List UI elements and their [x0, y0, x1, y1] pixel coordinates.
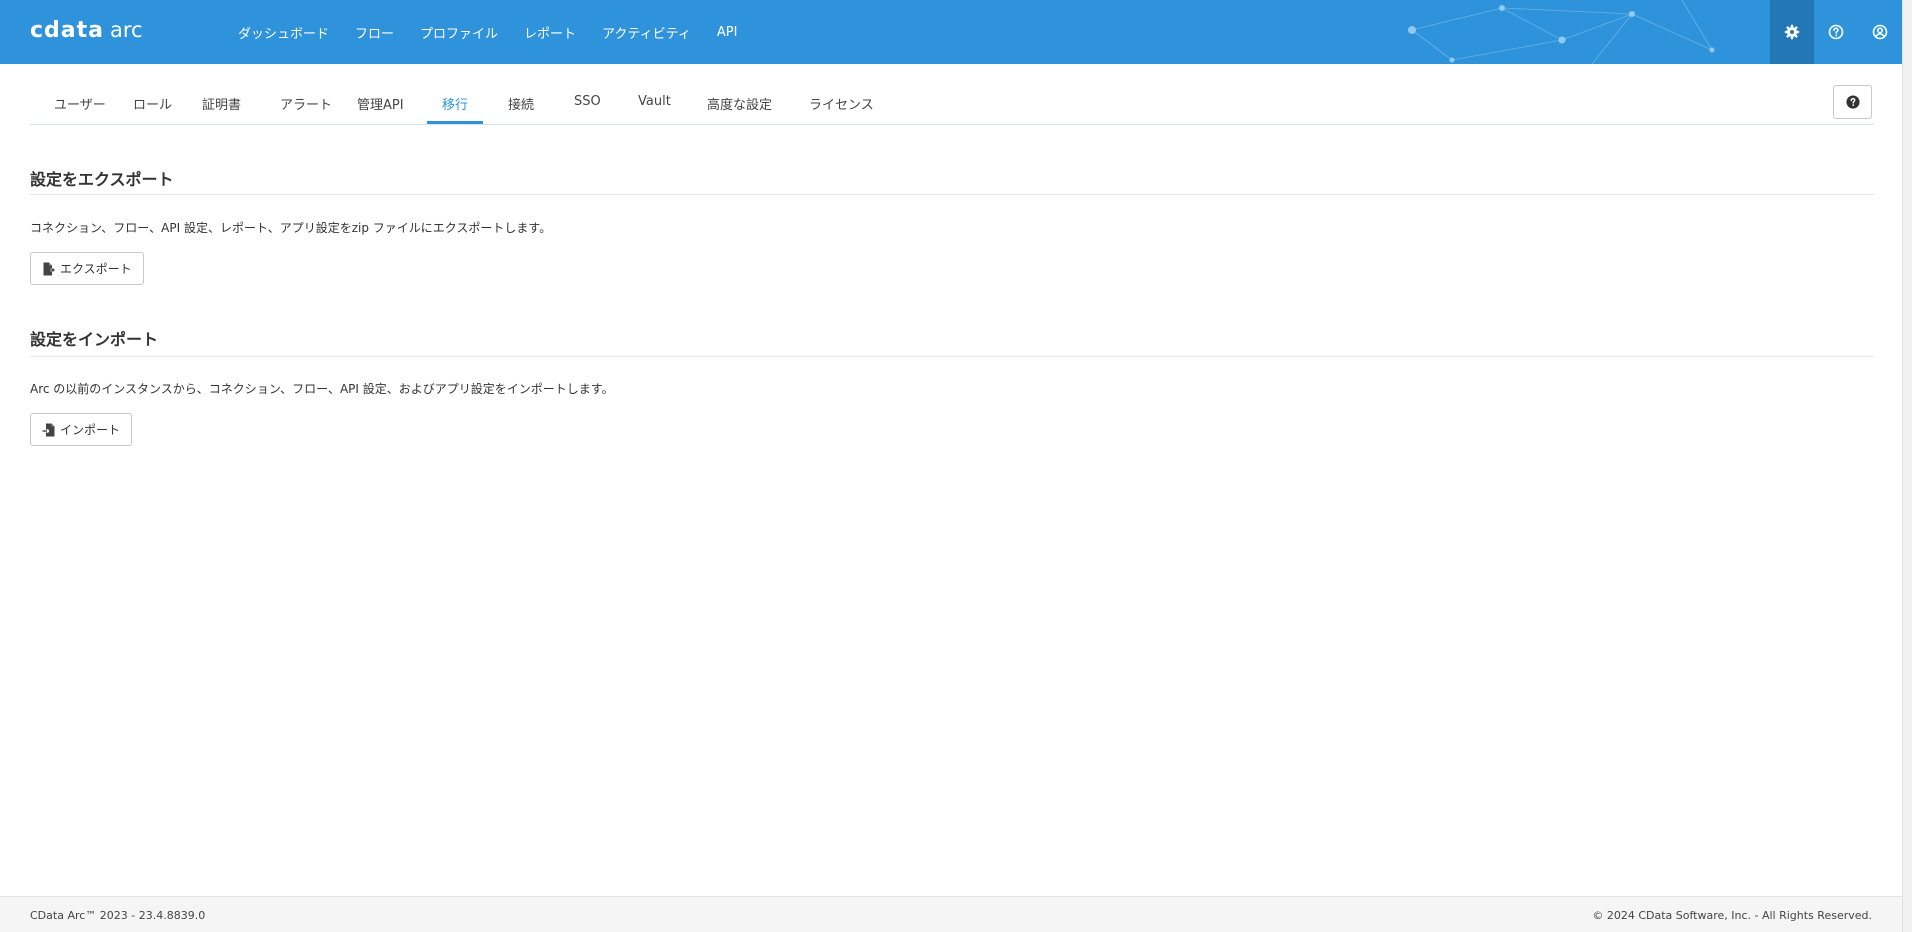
tab-certificates[interactable]: 証明書 [202, 94, 241, 113]
header-actions [1770, 0, 1902, 64]
tab-advanced-settings[interactable]: 高度な設定 [707, 94, 772, 113]
import-section-title: 設定をインポート [30, 330, 159, 349]
settings-tabs: ユーザー ロール 証明書 アラート 管理API 移行 接続 SSO Vault … [30, 82, 1874, 125]
page-help-button[interactable] [1833, 85, 1872, 119]
tab-migration[interactable]: 移行 [442, 94, 468, 113]
import-button[interactable]: インポート [30, 413, 133, 446]
tab-sso[interactable]: SSO [574, 94, 601, 109]
footer-version: CData Arc™ 2023 - 23.4.8839.0 [30, 909, 206, 922]
file-export-icon [43, 262, 55, 275]
export-section-title: 設定をエクスポート [30, 170, 174, 189]
question-circle-icon [1845, 95, 1860, 109]
import-button-label: インポート [60, 423, 121, 437]
nav-profile[interactable]: プロファイル [420, 23, 498, 42]
help-menu-button[interactable] [1814, 0, 1858, 64]
settings-button[interactable] [1770, 0, 1814, 64]
active-tab-indicator [427, 121, 483, 124]
file-import-icon [42, 423, 55, 436]
logo-product: arc [110, 18, 143, 42]
cdata-arc-logo[interactable]: cdata arc [30, 18, 143, 46]
nav-activity[interactable]: アクティビティ [602, 23, 691, 42]
page-footer: CData Arc™ 2023 - 23.4.8839.0 © 2024 CDa… [0, 896, 1902, 932]
user-menu-button[interactable] [1858, 0, 1902, 64]
export-description: コネクション、フロー、API 設定、レポート、アプリ設定をzip ファイルにエク… [30, 221, 552, 235]
export-button-label: エクスポート [60, 262, 132, 276]
tab-users[interactable]: ユーザー [54, 94, 106, 113]
tab-admin-api[interactable]: 管理API [357, 94, 404, 113]
tab-roles[interactable]: ロール [133, 94, 172, 113]
export-section-divider [30, 194, 1874, 195]
nav-api[interactable]: API [717, 25, 738, 40]
top-navbar: cdata arc ダッシュボード フロー プロファイル レポート アクティビテ… [0, 0, 1912, 64]
user-circle-icon [1872, 24, 1888, 40]
network-decoration [1408, 0, 1715, 64]
export-button[interactable]: エクスポート [30, 252, 144, 285]
nav-reports[interactable]: レポート [524, 23, 576, 42]
logo-brand: cdata [30, 18, 104, 43]
import-description: Arc の以前のインスタンスから、コネクション、フロー、API 設定、およびアプ… [30, 382, 614, 396]
nav-dashboard[interactable]: ダッシュボード [238, 23, 329, 42]
tab-alerts[interactable]: アラート [280, 94, 332, 113]
tab-license[interactable]: ライセンス [809, 94, 874, 113]
footer-copyright: © 2024 CData Software, Inc. - All Rights… [1592, 909, 1872, 922]
import-section-divider [30, 356, 1874, 357]
tab-connections[interactable]: 接続 [508, 94, 534, 113]
tab-vault[interactable]: Vault [638, 94, 671, 109]
nav-flows[interactable]: フロー [355, 23, 394, 42]
gear-icon [1784, 24, 1800, 40]
main-nav: ダッシュボード フロー プロファイル レポート アクティビティ API [238, 0, 763, 64]
question-circle-icon [1828, 24, 1844, 40]
vertical-scrollbar[interactable] [1902, 0, 1912, 932]
